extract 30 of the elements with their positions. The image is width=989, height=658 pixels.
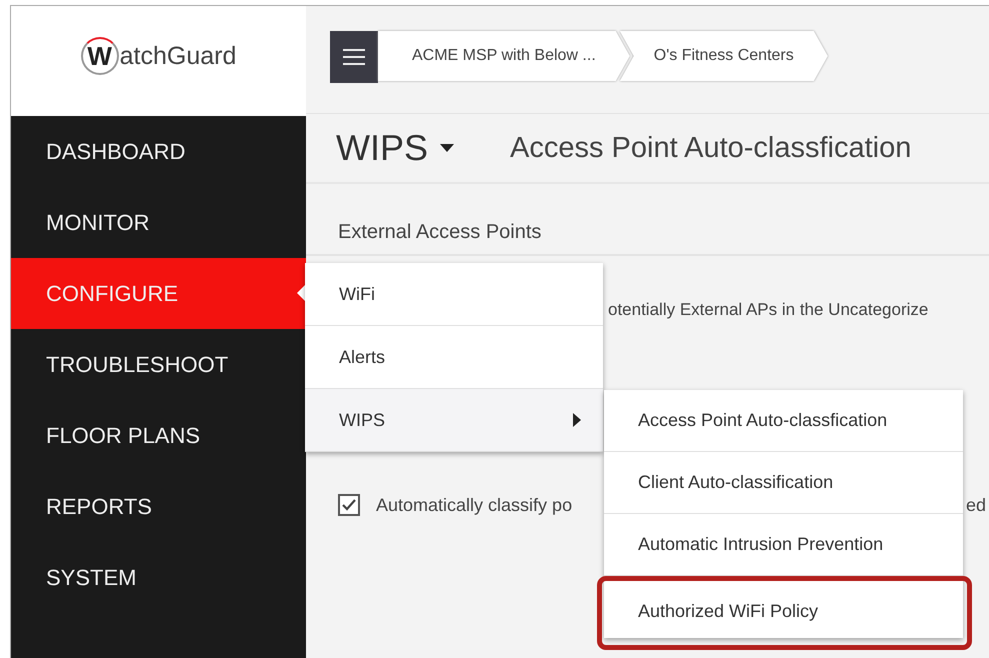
sidebar-item[interactable]: SYSTEM [11,542,306,613]
checkbox[interactable] [338,494,360,516]
sidebar-item[interactable]: TROUBLESHOOT [11,329,306,400]
menu-item[interactable]: WiFi [305,263,603,326]
menu-item-label: WiFi [339,284,375,304]
menu-item-label: WIPS [339,410,386,430]
section-title: External Access Points [338,221,542,244]
submenu-item[interactable]: Automatic Intrusion Prevention [604,514,963,576]
submenu-item[interactable]: Authorized WiFi Policy [597,576,972,650]
sidebar-item[interactable]: REPORTS [11,471,306,542]
submenu-item[interactable]: Client Auto-classification [604,452,963,514]
sidebar-item[interactable]: FLOOR PLANS [11,400,306,471]
sidebar-item[interactable]: DASHBOARD [11,116,306,187]
page-subtitle: Access Point Auto-classfication [510,132,912,164]
menu-item[interactable]: WIPS [305,389,603,452]
breadcrumb[interactable]: ACME MSP with Below ... [378,31,630,81]
menu-button[interactable] [330,31,378,83]
sidebar-item[interactable]: CONFIGURE [11,258,306,329]
menu-item-label: Alerts [339,346,386,368]
checkbox-label: Automatically classify po [376,494,572,516]
caret-icon[interactable] [440,144,454,152]
menu-icon [343,49,365,65]
checkbox-label: ed [966,494,986,516]
sidebar-item[interactable]: MONITOR [11,187,306,258]
logo: W atchGuard [80,37,236,75]
description-text: otentially External APs in the Uncategorize [608,300,928,319]
submenu-item[interactable]: Access Point Auto-classfication [604,390,963,452]
breadcrumb[interactable]: O's Fitness Centers [620,31,828,81]
checkmark-icon [341,498,357,512]
page-title[interactable]: WIPS [336,127,428,169]
